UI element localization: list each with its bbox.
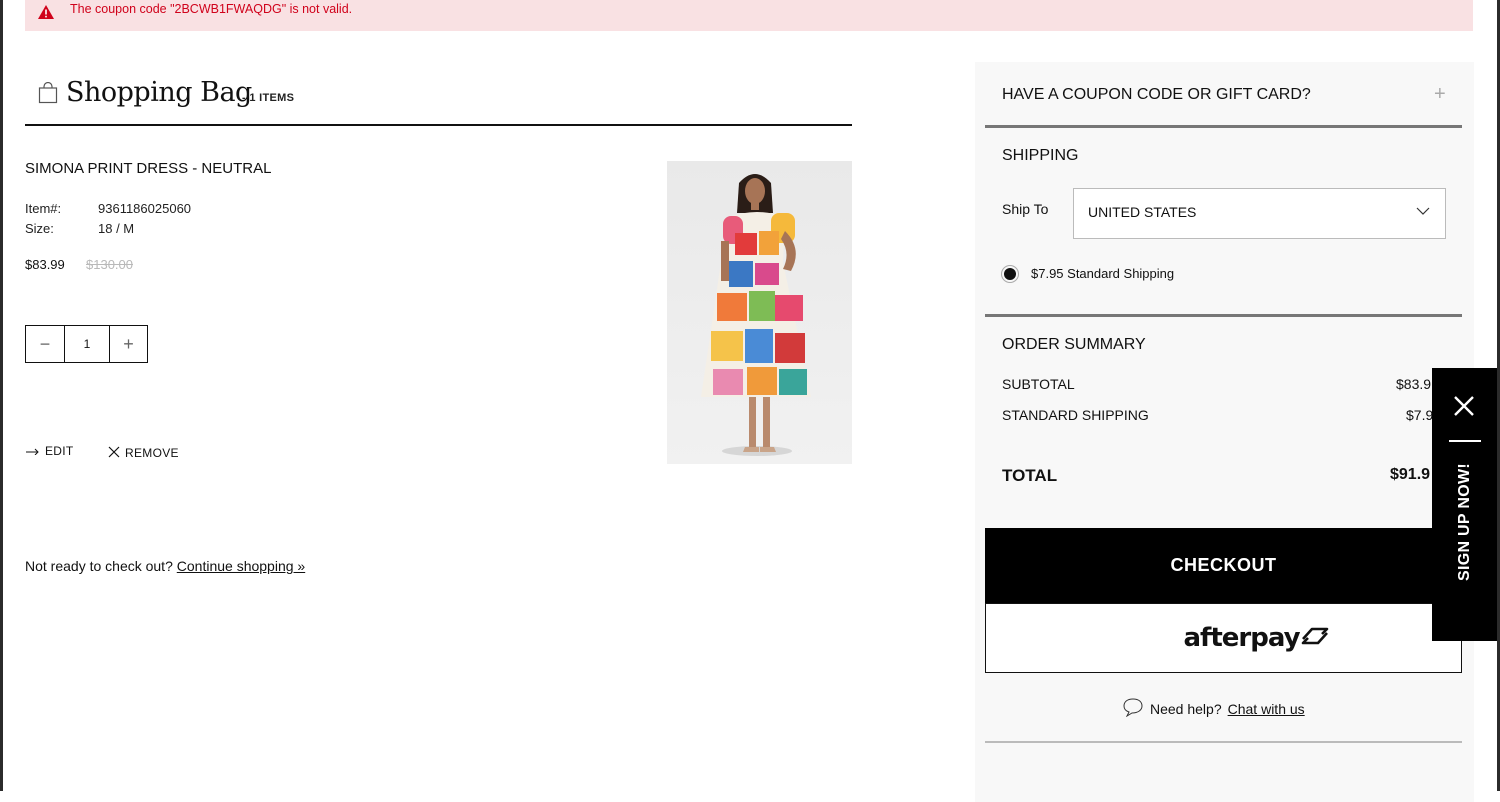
coupon-divider	[985, 125, 1462, 128]
expand-plus-icon[interactable]: +	[1434, 83, 1446, 106]
shipping-cost-label: STANDARD SHIPPING	[1002, 407, 1149, 423]
decrease-quantity-button[interactable]: −	[26, 326, 65, 362]
edit-label: EDIT	[45, 444, 74, 458]
shipping-cost-value: $7.9	[1406, 407, 1434, 423]
order-panel	[975, 62, 1474, 802]
help-row: Need help? Chat with us	[1122, 697, 1305, 720]
shopping-bag-icon	[38, 81, 58, 109]
panel-bottom-divider	[985, 741, 1462, 743]
close-icon	[107, 444, 121, 461]
signup-tab[interactable]: SIGN UP NOW!	[1432, 368, 1497, 641]
product-image[interactable]	[667, 161, 852, 464]
size-row: Size: 18 / M	[25, 221, 134, 236]
signup-divider	[1449, 440, 1481, 442]
checkout-button[interactable]: CHECKOUT	[985, 528, 1462, 603]
coupon-error-banner: The coupon code "2BCWB1FWAQDG" is not va…	[25, 0, 1473, 31]
warning-triangle-icon	[37, 4, 55, 25]
close-icon[interactable]	[1452, 394, 1476, 423]
shipping-title: SHIPPING	[1002, 147, 1079, 164]
continue-shopping-link[interactable]: Continue shopping »	[177, 558, 305, 574]
afterpay-button[interactable]: afterpay	[985, 603, 1462, 673]
total-label: TOTAL	[1002, 466, 1058, 485]
chat-bubble-icon	[1122, 697, 1144, 720]
product-name[interactable]: SIMONA PRINT DRESS - NEUTRAL	[25, 160, 271, 177]
window-border-left	[0, 0, 3, 791]
item-number-label: Item#:	[25, 201, 62, 216]
standard-shipping-option[interactable]: $7.95 Standard Shipping	[1031, 266, 1174, 281]
bag-item-count: - 1 ITEMS	[242, 92, 295, 104]
ship-to-country-select[interactable]: UNITED STATES	[1073, 188, 1446, 239]
edit-button[interactable]: EDIT	[25, 444, 74, 458]
subtotal-value: $83.9	[1396, 376, 1432, 392]
arrow-right-icon	[25, 444, 41, 458]
remove-button[interactable]: REMOVE	[107, 444, 179, 461]
coupon-toggle[interactable]: HAVE A COUPON CODE OR GIFT CARD?	[1002, 86, 1311, 104]
ship-to-label: Ship To	[1002, 201, 1049, 217]
quantity-value[interactable]: 1	[65, 326, 110, 362]
chevron-down-icon	[1415, 203, 1431, 224]
order-summary-title: ORDER SUMMARY	[1002, 336, 1146, 353]
item-number-row: Item#: 9361186025060	[25, 201, 191, 216]
subtotal-label: SUBTOTAL	[1002, 376, 1075, 392]
afterpay-logo-text: afterpay	[1183, 623, 1300, 653]
coupon-error-message: The coupon code "2BCWB1FWAQDG" is not va…	[70, 2, 353, 16]
afterpay-logo-icon	[1300, 623, 1330, 653]
page-title: Shopping Bag	[66, 77, 252, 108]
quantity-stepper: − 1 +	[25, 325, 148, 363]
sale-price: $83.99	[25, 257, 65, 272]
standard-shipping-radio[interactable]	[1004, 268, 1016, 280]
continue-shopping-row: Not ready to check out? Continue shoppin…	[25, 558, 305, 574]
total-value: $91.9	[1390, 466, 1431, 483]
signup-label: SIGN UP NOW!	[1456, 463, 1473, 581]
help-prompt: Need help?	[1150, 700, 1222, 717]
chat-with-us-link[interactable]: Chat with us	[1228, 701, 1305, 717]
increase-quantity-button[interactable]: +	[110, 326, 147, 362]
item-number-value: 9361186025060	[98, 201, 192, 216]
continue-prompt: Not ready to check out?	[25, 558, 173, 574]
original-price: $130.00	[86, 257, 133, 272]
remove-label: REMOVE	[125, 445, 179, 460]
header-divider	[25, 124, 852, 126]
shipping-divider	[985, 314, 1462, 317]
selected-country: UNITED STATES	[1088, 204, 1197, 220]
size-label: Size:	[25, 221, 54, 236]
size-value: 18 / M	[98, 221, 135, 236]
